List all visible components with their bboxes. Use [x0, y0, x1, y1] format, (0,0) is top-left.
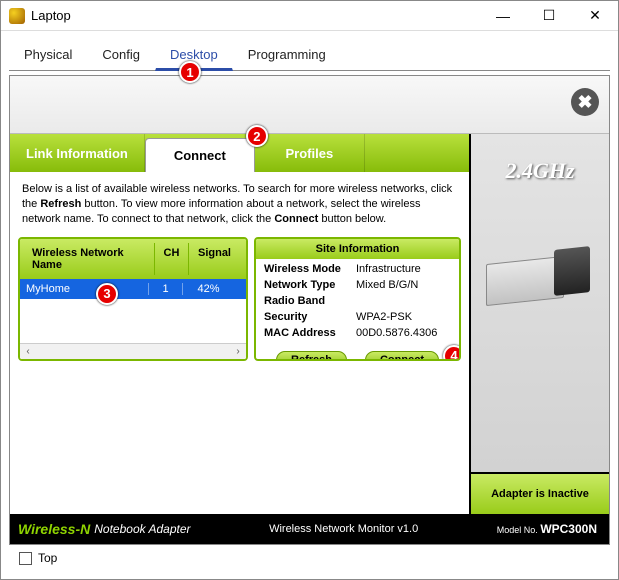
value-mac: 00D0.5876.4306: [356, 327, 437, 343]
site-info-title: Site Information: [256, 239, 459, 259]
wireless-tabs: Link Information Connect 2 Profiles: [10, 134, 469, 172]
maximize-button[interactable]: ☐: [526, 1, 572, 30]
network-list-header: Wireless Network Name CH Signal: [20, 239, 246, 279]
band-label: 2.4GHz: [505, 158, 574, 184]
label-network-type: Network Type: [264, 279, 356, 295]
tab-physical[interactable]: Physical: [9, 40, 87, 71]
top-checkbox[interactable]: [19, 552, 32, 565]
window-title: Laptop: [31, 8, 480, 23]
value-security: WPA2-PSK: [356, 311, 412, 327]
scroll-right-icon[interactable]: ›: [230, 343, 246, 359]
wtab-connect-label: Connect: [174, 148, 226, 163]
app-window: Laptop — ☐ ✕ Physical Config Desktop Pro…: [0, 0, 619, 580]
minimize-button[interactable]: —: [480, 1, 526, 30]
panels-row: Wireless Network Name CH Signal MyHome 1…: [10, 237, 469, 369]
callout-2: 2: [246, 125, 268, 147]
network-signal: 42%: [182, 283, 234, 295]
label-mac: MAC Address: [264, 327, 356, 343]
label-security: Security: [264, 311, 356, 327]
site-info-panel: Site Information Wireless ModeInfrastruc…: [254, 237, 461, 361]
label-radio-band: Radio Band: [264, 295, 356, 311]
wireless-app: ✖ Link Information Connect 2 Profiles Be…: [9, 75, 610, 545]
network-list-panel: Wireless Network Name CH Signal MyHome 1…: [18, 237, 248, 361]
app-close-icon[interactable]: ✖: [571, 88, 599, 116]
footer-model: Model No. WPC300N: [497, 522, 597, 536]
tab-programming[interactable]: Programming: [233, 40, 341, 71]
app-topbar: ✖: [10, 76, 609, 134]
app-footer: Wireless-N Notebook Adapter Wireless Net…: [10, 514, 609, 544]
callout-1: 1: [179, 61, 201, 83]
wtab-connect[interactable]: Connect 2: [145, 138, 255, 172]
bottom-options: Top: [9, 545, 610, 571]
adapter-status: Adapter is Inactive: [471, 474, 609, 514]
network-name: MyHome: [20, 283, 148, 295]
network-ch: 1: [148, 283, 182, 295]
footer-center: Wireless Network Monitor v1.0: [269, 523, 418, 535]
callout-4: 4: [443, 345, 461, 361]
col-name: Wireless Network Name: [26, 243, 154, 275]
tab-config[interactable]: Config: [87, 40, 155, 71]
laptop-icon: [9, 8, 25, 24]
outer-tabs: Physical Config Desktop Programming 1: [9, 39, 610, 71]
callout-3: 3: [96, 283, 118, 305]
side-column: 2.4GHz Adapter is Inactive: [469, 134, 609, 514]
titlebar: Laptop — ☐ ✕: [1, 1, 618, 31]
side-top: 2.4GHz: [471, 134, 609, 474]
col-ch: CH: [154, 243, 188, 275]
refresh-button[interactable]: Refresh: [276, 351, 347, 361]
network-row[interactable]: MyHome 1 42% 3: [20, 279, 246, 299]
window-controls: — ☐ ✕: [480, 1, 618, 30]
close-button[interactable]: ✕: [572, 1, 618, 30]
value-network-type: Mixed B/G/N: [356, 279, 418, 295]
main-column: Link Information Connect 2 Profiles Belo…: [10, 134, 469, 514]
connect-button[interactable]: Connect: [365, 351, 439, 361]
site-info-grid: Wireless ModeInfrastructure Network Type…: [256, 259, 459, 347]
footer-product: Notebook Adapter: [94, 522, 190, 536]
instructions-text: Below is a list of available wireless ne…: [10, 172, 469, 237]
wtab-link-info[interactable]: Link Information: [10, 134, 145, 172]
content-area: Physical Config Desktop Programming 1 ✖ …: [1, 31, 618, 579]
app-body: Link Information Connect 2 Profiles Belo…: [10, 134, 609, 514]
label-wireless-mode: Wireless Mode: [264, 263, 356, 279]
value-wireless-mode: Infrastructure: [356, 263, 421, 279]
scroll-left-icon[interactable]: ‹: [20, 343, 36, 359]
top-checkbox-label: Top: [38, 551, 57, 565]
footer-brand: Wireless-N: [18, 521, 90, 537]
horizontal-scrollbar[interactable]: ‹ ›: [20, 343, 246, 359]
adapter-card-image: [486, 244, 594, 314]
network-list-body: MyHome 1 42% 3 ‹ ›: [20, 279, 246, 359]
col-signal: Signal: [188, 243, 240, 275]
action-buttons: Refresh Connect 4: [256, 347, 459, 361]
wtab-profiles[interactable]: Profiles: [255, 134, 365, 172]
